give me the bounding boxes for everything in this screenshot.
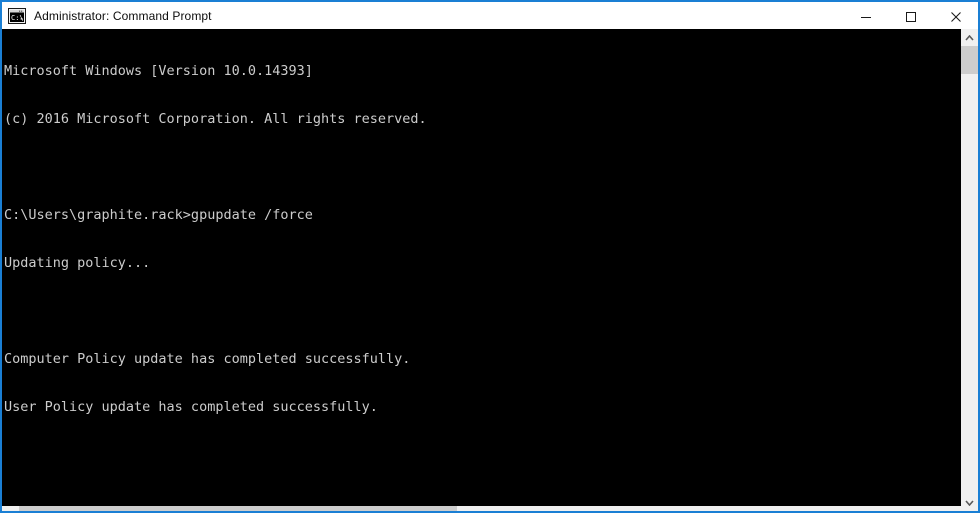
horizontal-scrollbar[interactable] — [2, 506, 961, 511]
console-output[interactable]: Microsoft Windows [Version 10.0.14393] (… — [2, 29, 961, 511]
command-prompt-icon: C:\ — [8, 7, 26, 24]
vertical-scrollbar-thumb[interactable] — [961, 46, 978, 74]
close-icon — [950, 11, 961, 22]
chevron-up-icon — [965, 34, 974, 41]
svg-text:C:\: C:\ — [11, 14, 24, 22]
maximize-icon — [905, 11, 916, 22]
command-prompt-window: C:\ Administrator: Command Prompt Micros… — [0, 0, 980, 513]
scroll-up-button[interactable] — [961, 29, 978, 46]
console-area: Microsoft Windows [Version 10.0.14393] (… — [2, 29, 978, 511]
title-bar[interactable]: C:\ Administrator: Command Prompt — [2, 0, 978, 29]
close-button[interactable] — [933, 2, 978, 31]
minimize-button[interactable] — [843, 2, 888, 31]
console-line: Computer Policy update has completed suc… — [4, 351, 411, 367]
window-title: Administrator: Command Prompt — [34, 8, 212, 23]
console-line: (c) 2016 Microsoft Corporation. All righ… — [4, 111, 427, 127]
vertical-scrollbar[interactable] — [961, 29, 978, 511]
window-controls — [843, 2, 978, 31]
maximize-button[interactable] — [888, 2, 933, 31]
scroll-down-button[interactable] — [961, 494, 978, 511]
console-line: Microsoft Windows [Version 10.0.14393] — [4, 63, 313, 79]
minimize-icon — [860, 16, 871, 18]
console-line-command: C:\Users\graphite.rack>gpupdate /force — [4, 207, 313, 223]
horizontal-scrollbar-thumb[interactable] — [2, 506, 457, 511]
chevron-down-icon — [965, 499, 974, 506]
horizontal-scroll-right-button[interactable] — [944, 506, 961, 511]
console-line: User Policy update has completed success… — [4, 399, 378, 415]
horizontal-scroll-left-button[interactable] — [2, 506, 19, 511]
vertical-scrollbar-track[interactable] — [961, 46, 978, 494]
console-line: Updating policy... — [4, 255, 151, 271]
